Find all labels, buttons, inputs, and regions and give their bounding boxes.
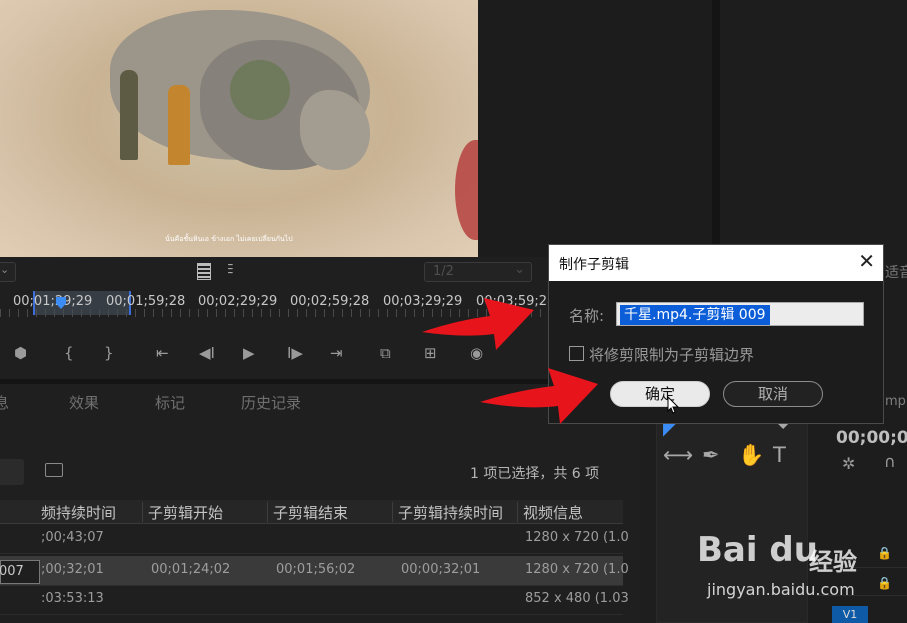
mark-out-icon[interactable]: } — [104, 344, 114, 362]
tab-history[interactable]: 历史记录 — [241, 392, 301, 413]
search-input[interactable] — [0, 459, 24, 485]
ruler-timecode: 00;01;29;29 — [13, 294, 93, 309]
project-table: 频持续时间 子剪辑开始 子剪辑结束 子剪辑持续时间 视频信息 ;00;43;07… — [0, 500, 629, 623]
step-forward-icon[interactable]: I▶ — [287, 344, 303, 362]
selection-status: 1 项已选择，共 6 项 — [470, 466, 600, 482]
tab-markers[interactable]: 标记 — [155, 392, 185, 413]
cell-duration: ;00;32;01 — [41, 562, 104, 577]
play-icon[interactable]: ▶ — [243, 344, 255, 362]
cell-duration: :03:53:13 — [41, 591, 104, 606]
close-icon[interactable]: ✕ — [858, 251, 875, 271]
chevron-down-icon: ⌄ — [0, 263, 10, 276]
restrict-trims-label[interactable]: 将修剪限制为子剪辑边界 — [589, 344, 754, 365]
name-label: 名称: — [569, 307, 605, 325]
timeline-timecode[interactable]: 00;00;0 — [836, 428, 907, 448]
tab-effects[interactable]: 效果 — [69, 392, 99, 413]
ruler-timecode: 00;01;59;28 — [106, 294, 186, 309]
new-search-bin-icon[interactable] — [45, 463, 63, 477]
go-to-out-icon[interactable]: ⇥ — [330, 344, 343, 362]
cell-video-info: 1280 x 720 (1.0 — [525, 530, 629, 545]
table-row[interactable]: :03:53:13 852 x 480 (1.03 — [0, 585, 629, 615]
chevron-down-icon: ⌄ — [514, 262, 525, 277]
column-header[interactable]: 频持续时间 — [41, 502, 116, 523]
video-foliage — [230, 60, 290, 120]
cell-video-info: 852 x 480 (1.03 — [525, 591, 629, 606]
dialog-title: 制作子剪辑 — [559, 257, 629, 273]
video-object-red — [455, 140, 478, 240]
watermark-url: jingyan.baidu.com — [707, 580, 855, 599]
program-monitor-video: นั่นคือชั้นหินเอ ข้างเอก ไม่เคยเปลี่ยนกั… — [0, 0, 478, 257]
cell-subclip-end: 00;01;56;02 — [276, 562, 356, 577]
annotation-arrow-icon — [480, 368, 598, 424]
panel-header-fragment: 适音 — [885, 265, 907, 281]
monitor-controls — [0, 257, 640, 379]
tab-info[interactable]: 息 — [0, 392, 9, 413]
cell-name: 007 — [0, 564, 24, 579]
pen-tool-icon[interactable]: ✒ — [702, 443, 720, 467]
mouse-cursor-icon — [667, 396, 679, 414]
timeline-tab[interactable]: mp — [885, 394, 906, 409]
go-to-in-icon[interactable]: ⇤ — [156, 344, 169, 362]
type-tool-icon[interactable]: T — [773, 443, 786, 467]
column-header[interactable]: 子剪辑结束 — [273, 502, 348, 523]
insert-icon[interactable]: ⧉ — [380, 344, 391, 362]
video-subtitle: นั่นคือชั้นหินเอ ข้างเอก ไม่เคยเปลี่ยนกั… — [165, 235, 293, 243]
table-row[interactable]: ;00;43;07 1280 x 720 (1.0 — [0, 524, 629, 554]
subclip-name-value: 千星.mp4.子剪辑 009 — [620, 305, 770, 325]
clip-name-edit[interactable]: 007 — [0, 560, 40, 584]
nest-icon[interactable]: ✲ — [842, 454, 855, 473]
video-person — [120, 70, 138, 160]
column-header[interactable]: 子剪辑持续时间 — [398, 502, 503, 523]
video-person — [168, 85, 190, 165]
add-marker-icon[interactable]: ⬢ — [14, 344, 27, 362]
column-header[interactable]: 视频信息 — [523, 502, 583, 523]
restrict-trims-checkbox[interactable] — [569, 346, 584, 361]
cancel-button[interactable]: 取消 — [723, 381, 823, 407]
ok-button[interactable]: 确定 — [610, 381, 710, 407]
video-track-icon[interactable] — [197, 263, 211, 280]
table-row[interactable]: 007 ;00;32;01 00;01;24;02 00;01;56;02 00… — [0, 556, 629, 586]
table-header: 频持续时间 子剪辑开始 子剪辑结束 子剪辑持续时间 视频信息 — [0, 500, 623, 524]
slip-tool-icon[interactable]: ⟷ — [663, 443, 693, 467]
resolution-value: 1/2 — [433, 264, 454, 279]
snap-magnet-icon[interactable]: ∩ — [884, 452, 896, 471]
audio-waveform-icon[interactable]: ⫶⫶⫶ — [227, 262, 233, 278]
cell-subclip-duration: 00;00;32;01 — [401, 562, 481, 577]
step-back-icon[interactable]: ◀I — [199, 344, 215, 362]
cell-video-info: 1280 x 720 (1.0 — [525, 562, 629, 577]
cell-duration: ;00;43;07 — [41, 530, 104, 545]
cell-subclip-start: 00;01;24;02 — [151, 562, 231, 577]
resolution-dropdown[interactable]: 1/2 ⌄ — [424, 262, 532, 282]
monitor-empty-area — [478, 0, 714, 257]
ruler-timecode: 00;02;29;29 — [198, 294, 278, 309]
ruler-timecode: 00;02;59;28 — [290, 294, 370, 309]
subclip-name-input[interactable]: 千星.mp4.子剪辑 009 — [616, 302, 864, 326]
watermark-logo: Bai du — [697, 530, 818, 570]
annotation-arrow-icon — [422, 298, 534, 350]
baidu-watermark: Bai du 经验 jingyan.baidu.com — [697, 530, 897, 610]
hand-tool-icon[interactable]: ✋ — [738, 443, 764, 468]
column-header[interactable]: 子剪辑开始 — [148, 502, 223, 523]
mark-in-icon[interactable]: { — [64, 344, 74, 362]
dialog-titlebar[interactable]: 制作子剪辑 ✕ — [549, 245, 883, 281]
watermark-suffix: 经验 — [809, 548, 857, 576]
